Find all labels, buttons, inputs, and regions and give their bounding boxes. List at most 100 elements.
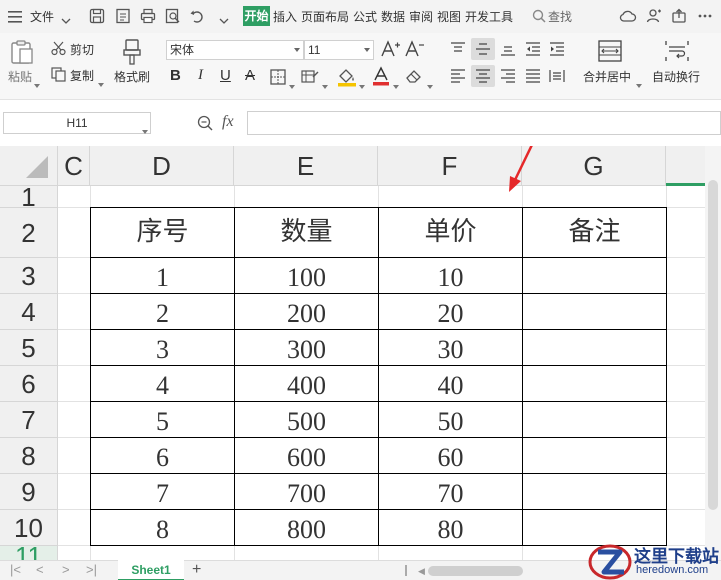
column-header-e[interactable]: E — [234, 146, 378, 186]
justify-icon[interactable] — [525, 69, 541, 88]
table-cell[interactable]: 500 — [235, 402, 378, 437]
table-header-cell[interactable]: 数量 — [235, 208, 378, 257]
search-icon[interactable] — [532, 9, 546, 28]
increase-font-icon[interactable] — [381, 40, 401, 63]
tab-home[interactable]: 开始 — [243, 6, 270, 26]
paste-button[interactable]: 粘贴 — [8, 70, 32, 84]
fx-icon[interactable]: fx — [222, 113, 234, 131]
sheet-tab[interactable]: Sheet1 — [118, 560, 184, 580]
copy-button[interactable]: 复制 — [70, 69, 94, 83]
last-sheet-icon[interactable]: >| — [86, 563, 97, 577]
align-bottom-icon[interactable] — [500, 42, 516, 61]
format-painter-button[interactable]: 格式刷 — [114, 70, 150, 84]
search-button[interactable]: 查找 — [548, 9, 572, 25]
chevron-down-icon[interactable] — [636, 75, 642, 93]
name-box[interactable]: H11 — [3, 112, 151, 134]
select-all-corner[interactable] — [0, 146, 58, 186]
row-header-3[interactable]: 3 — [0, 258, 58, 294]
row-header-5[interactable]: 5 — [0, 330, 58, 366]
merge-center-icon[interactable] — [598, 40, 622, 67]
row-header-6[interactable]: 6 — [0, 366, 58, 402]
share-icon[interactable] — [671, 8, 687, 24]
table-cell[interactable]: 40 — [379, 366, 522, 401]
chevron-down-icon[interactable] — [393, 76, 399, 94]
splitter-handle[interactable] — [405, 565, 407, 576]
row-header-11[interactable]: 11 — [0, 543, 58, 560]
indent-decrease-icon[interactable] — [525, 42, 541, 61]
row-header-8[interactable]: 8 — [0, 438, 58, 474]
table-cell[interactable]: 2 — [91, 294, 234, 329]
chevron-down-icon[interactable] — [61, 12, 71, 30]
format-painter-icon[interactable] — [121, 39, 143, 70]
align-middle-icon[interactable] — [475, 42, 491, 61]
row-header-1[interactable]: 1 — [0, 184, 58, 210]
table-header-cell[interactable]: 单价 — [379, 208, 522, 257]
scroll-left-icon[interactable]: ◀ — [418, 564, 425, 578]
cloud-icon[interactable] — [619, 8, 637, 24]
zoom-icon[interactable] — [197, 115, 213, 136]
table-cell[interactable]: 100 — [235, 258, 378, 293]
font-color-icon[interactable] — [372, 66, 390, 91]
align-top-icon[interactable] — [450, 42, 466, 61]
table-cell[interactable]: 10 — [379, 258, 522, 293]
merge-center-button[interactable]: 合并居中 — [583, 70, 631, 84]
table-header-cell[interactable]: 备注 — [523, 208, 666, 257]
wrap-text-button[interactable]: 自动换行 — [652, 70, 700, 84]
first-sheet-icon[interactable]: |< — [10, 563, 21, 577]
table-cell[interactable]: 400 — [235, 366, 378, 401]
table-cell[interactable]: 50 — [379, 402, 522, 437]
copy-icon[interactable] — [51, 67, 66, 87]
scissors-icon[interactable] — [51, 41, 66, 61]
row-header-2[interactable]: 2 — [0, 208, 58, 258]
borders-icon[interactable] — [270, 69, 286, 90]
bold-icon[interactable]: B — [170, 67, 181, 84]
column-header-c[interactable]: C — [58, 146, 90, 186]
decrease-font-icon[interactable] — [405, 40, 425, 63]
add-sheet-button[interactable]: + — [192, 561, 201, 579]
chevron-down-icon[interactable] — [34, 75, 40, 93]
next-sheet-icon[interactable]: > — [62, 563, 70, 577]
chevron-down-icon[interactable] — [427, 76, 433, 94]
align-center-icon[interactable] — [475, 69, 491, 88]
vertical-scrollbar-thumb[interactable] — [708, 180, 718, 510]
eraser-icon[interactable] — [405, 68, 423, 89]
spreadsheet-grid[interactable]: C D E F G 1 2 3 4 5 6 7 8 9 10 11 序号 数量 … — [0, 146, 705, 560]
chevron-down-icon[interactable] — [219, 12, 229, 30]
table-cell[interactable]: 4 — [91, 366, 234, 401]
chevron-down-icon[interactable] — [142, 121, 148, 139]
table-cell[interactable]: 5 — [91, 402, 234, 437]
align-left-icon[interactable] — [450, 69, 466, 88]
chevron-down-icon[interactable] — [322, 76, 328, 94]
table-cell[interactable] — [523, 438, 666, 473]
chevron-down-icon[interactable] — [289, 76, 295, 94]
table-cell[interactable]: 700 — [235, 474, 378, 509]
row-header-4[interactable]: 4 — [0, 294, 58, 330]
paste-icon[interactable] — [9, 39, 35, 70]
tab-formulas[interactable]: 公式 — [353, 9, 377, 25]
export-icon[interactable] — [115, 8, 131, 24]
table-cell[interactable]: 6 — [91, 438, 234, 473]
user-share-icon[interactable] — [646, 8, 662, 24]
table-header-cell[interactable]: 序号 — [91, 208, 234, 257]
cut-button[interactable]: 剪切 — [70, 43, 94, 57]
fill-color-icon[interactable] — [337, 67, 357, 92]
table-cell[interactable] — [523, 402, 666, 437]
chevron-down-icon[interactable] — [359, 76, 365, 94]
file-menu[interactable]: 文件 — [30, 9, 54, 25]
tab-view[interactable]: 视图 — [437, 9, 461, 25]
table-cell[interactable]: 8 — [91, 510, 234, 545]
wrap-text-icon[interactable] — [665, 40, 689, 67]
more-icon[interactable] — [697, 8, 713, 24]
table-cell[interactable] — [523, 330, 666, 365]
table-cell[interactable]: 600 — [235, 438, 378, 473]
table-cell[interactable]: 20 — [379, 294, 522, 329]
save-icon[interactable] — [89, 8, 105, 24]
indent-increase-icon[interactable] — [549, 42, 565, 61]
row-header-9[interactable]: 9 — [0, 474, 58, 510]
tab-page-layout[interactable]: 页面布局 — [301, 9, 349, 25]
strikethrough-icon[interactable]: A — [245, 67, 255, 84]
table-cell[interactable] — [523, 258, 666, 293]
table-cell[interactable]: 70 — [379, 474, 522, 509]
column-header-d[interactable]: D — [90, 146, 234, 186]
chevron-down-icon[interactable] — [98, 74, 104, 92]
